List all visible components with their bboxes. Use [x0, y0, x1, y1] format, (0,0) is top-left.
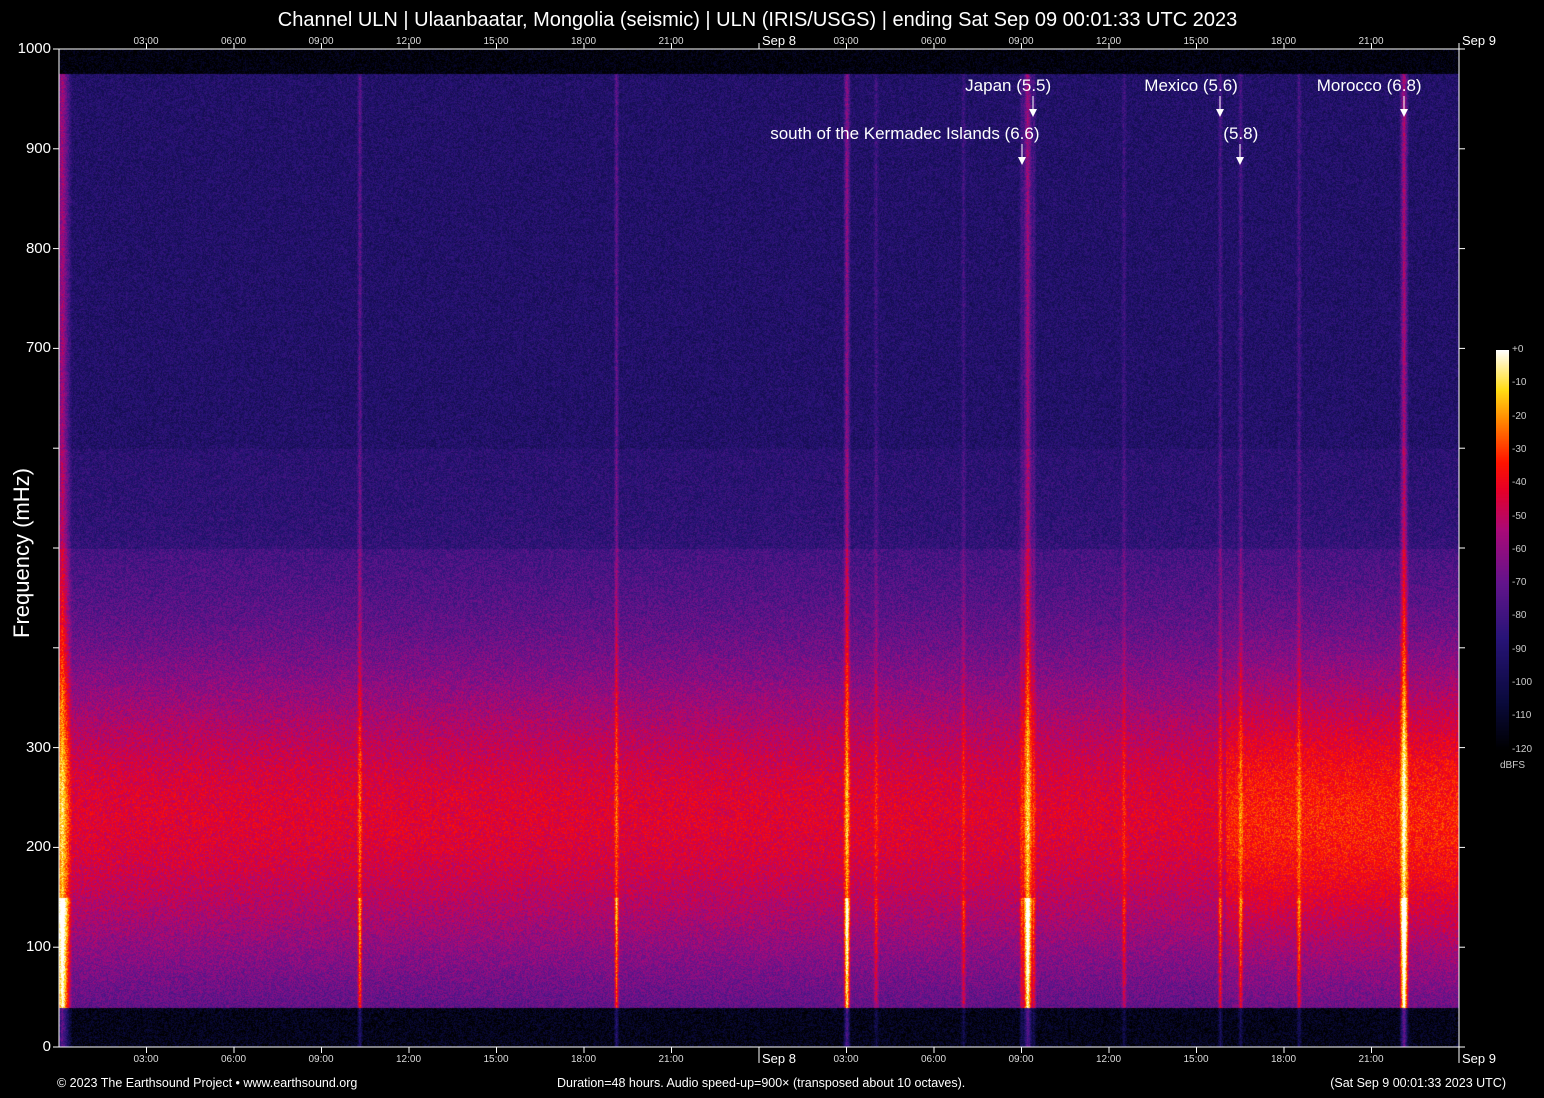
- y-tick-label: 1000: [17, 40, 51, 57]
- x-tick-label-bottom: 03:00: [833, 1054, 859, 1065]
- y-tick-label: 200: [25, 838, 51, 856]
- y-tick-label: 0: [42, 1038, 51, 1055]
- colorbar-tick-label: -110: [1512, 710, 1532, 722]
- colorbar-tick-label: -30: [1512, 443, 1527, 455]
- colorbar-tick-label: -80: [1512, 610, 1527, 622]
- x-tick-label-bottom: 15:00: [483, 1054, 509, 1065]
- x-tick-label-bottom: 21:00: [1358, 1054, 1384, 1065]
- event-arrow-icon: [1399, 96, 1408, 117]
- spectrogram-plot: [53, 43, 1465, 1063]
- event-arrow-icon: [1029, 96, 1038, 117]
- x-tick-label-bottom: 12:00: [1096, 1054, 1122, 1065]
- x-tick-label-top: 03:00: [833, 36, 859, 47]
- event-arrow-icon: [1236, 144, 1245, 165]
- x-tick-label-top: 15:00: [483, 36, 509, 47]
- y-tick-label: 700: [25, 339, 51, 357]
- y-axis-label: Frequency (mHz): [9, 468, 34, 638]
- x-tick-label-bottom: 18:00: [1271, 1054, 1297, 1065]
- colorbar-tick-label: -20: [1512, 410, 1527, 422]
- colorbar-tick-label: -10: [1512, 377, 1527, 389]
- x-tick-label-top: 21:00: [1358, 36, 1384, 47]
- x-tick-label-bottom: 06:00: [221, 1054, 247, 1065]
- x-tick-label-bottom: 15:00: [1183, 1054, 1209, 1065]
- x-tick-label-top: Sep 9: [1462, 33, 1496, 48]
- colorbar-tick-label: -50: [1512, 510, 1527, 522]
- x-tick-label-top: 06:00: [221, 36, 247, 47]
- event-arrow-icon: [1215, 96, 1224, 117]
- x-tick-label-bottom: Sep 8: [762, 1051, 796, 1066]
- y-tick-label: 100: [25, 938, 51, 956]
- y-tick-label: 300: [25, 738, 51, 756]
- x-tick-label-bottom: 09:00: [308, 1054, 334, 1065]
- colorbar-tick-label: +0: [1512, 344, 1524, 355]
- event-annotation: south of the Kermadec Islands (6.6): [770, 124, 1040, 143]
- y-tick-label: 800: [25, 239, 51, 257]
- event-annotation: Mexico (5.6): [1144, 76, 1238, 95]
- x-tick-label-bottom: 21:00: [658, 1054, 684, 1065]
- y-tick-label: 900: [25, 139, 51, 157]
- x-tick-label-bottom: 18:00: [571, 1054, 597, 1065]
- event-annotation: Morocco (6.8): [1316, 76, 1422, 95]
- plot-axes: [53, 43, 1465, 1063]
- colorbar-tick-label: -120: [1512, 743, 1533, 755]
- colorbar: [1496, 350, 1509, 750]
- colorbar-tick-label: -90: [1512, 643, 1527, 655]
- x-tick-label-top: 06:00: [921, 36, 947, 47]
- x-tick-label-top: 12:00: [396, 36, 422, 47]
- x-tick-label-top: 18:00: [1271, 36, 1297, 47]
- x-tick-label-top: 03:00: [133, 36, 159, 47]
- colorbar-label: dBFS: [1500, 760, 1526, 771]
- x-tick-label-top: 18:00: [571, 36, 597, 47]
- x-tick-label-bottom: 03:00: [133, 1054, 159, 1065]
- event-arrow-icon: [1017, 144, 1026, 165]
- chart-title: Channel ULN | Ulaanbaatar, Mongolia (sei…: [277, 9, 1238, 31]
- x-tick-label-top: 21:00: [658, 36, 684, 47]
- colorbar-tick-label: -100: [1512, 677, 1533, 688]
- copyright-footer: © 2023 The Earthsound Project • www.eart…: [57, 1076, 358, 1090]
- x-tick-label-top: 12:00: [1096, 36, 1122, 47]
- colorbar-tick-label: -70: [1512, 577, 1527, 589]
- x-tick-label-bottom: 06:00: [921, 1054, 947, 1065]
- end-time-footer: (Sat Sep 9 00:01:33 2023 UTC): [1330, 1076, 1506, 1090]
- x-tick-label-top: 09:00: [1008, 36, 1034, 47]
- event-annotation: Japan (5.5): [965, 76, 1052, 95]
- colorbar-tick-label: -40: [1512, 477, 1527, 489]
- x-tick-label-bottom: 09:00: [1008, 1054, 1034, 1065]
- x-tick-label-bottom: Sep 9: [1462, 1051, 1496, 1066]
- colorbar-tick-label: -60: [1512, 543, 1527, 555]
- x-tick-label-bottom: 12:00: [396, 1054, 422, 1065]
- x-tick-label-top: 09:00: [308, 36, 334, 47]
- x-tick-label-top: 15:00: [1183, 36, 1209, 47]
- duration-footer: Duration=48 hours. Audio speed-up=900× (…: [557, 1076, 966, 1090]
- x-tick-label-top: Sep 8: [762, 33, 796, 48]
- event-annotation: (5.8): [1223, 124, 1259, 143]
